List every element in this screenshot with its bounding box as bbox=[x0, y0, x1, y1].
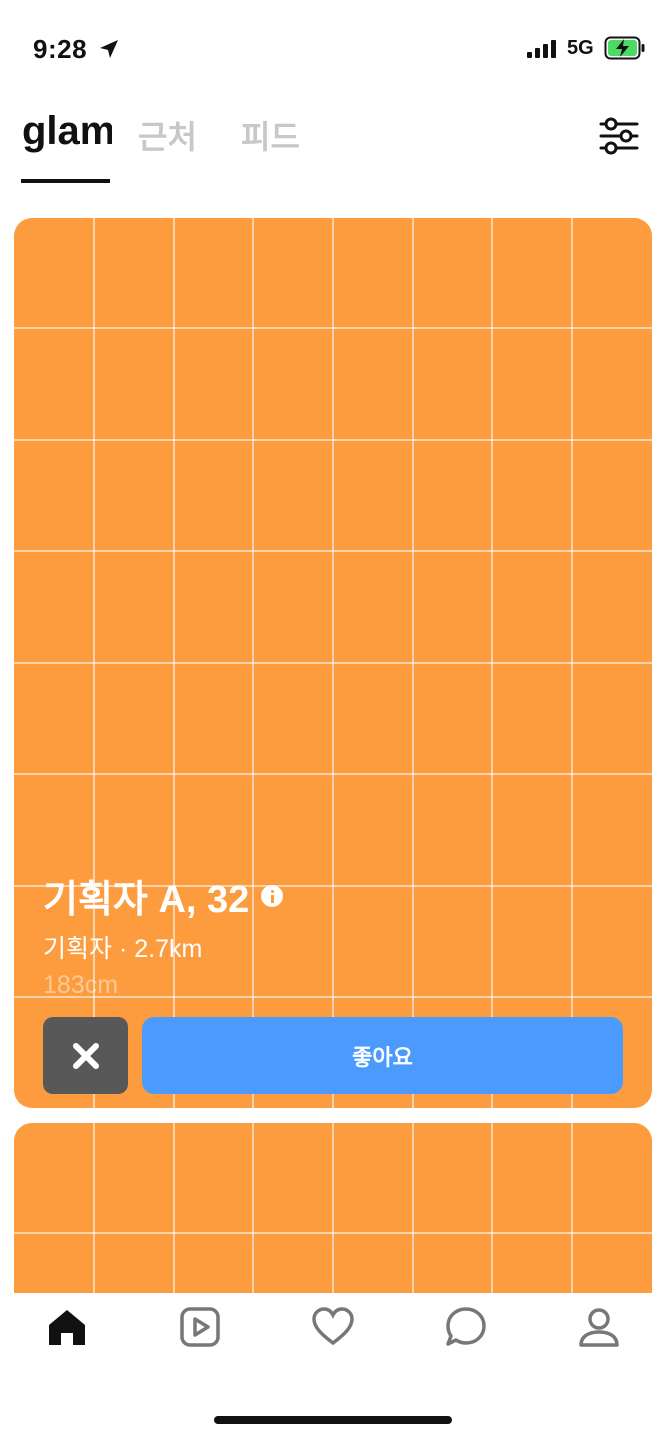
grid-line bbox=[14, 327, 652, 329]
grid-line bbox=[14, 439, 652, 441]
like-button[interactable]: 좋아요 bbox=[142, 1017, 623, 1094]
filter-button[interactable] bbox=[598, 116, 640, 156]
video-play-icon bbox=[180, 1307, 220, 1347]
nav-home[interactable] bbox=[45, 1305, 89, 1349]
status-time: 9:28 bbox=[33, 34, 88, 64]
grid-line bbox=[14, 662, 652, 664]
tab-nearby[interactable]: 근처 bbox=[138, 112, 197, 158]
top-header: glam 근처 피드 bbox=[0, 96, 666, 186]
logo-text: glam bbox=[22, 109, 112, 153]
profile-card[interactable]: 기획자 A, 32 기획자 · 2.7km 183cm 좋아요 bbox=[14, 218, 652, 1108]
info-icon[interactable] bbox=[261, 884, 284, 907]
network-type: 5G bbox=[567, 37, 594, 59]
tab-feed[interactable]: 피드 bbox=[241, 112, 300, 158]
home-indicator[interactable] bbox=[214, 1416, 452, 1424]
chat-bubble-icon bbox=[446, 1307, 486, 1346]
location-arrow-icon bbox=[100, 40, 118, 58]
nav-likes[interactable] bbox=[311, 1305, 355, 1349]
nav-profile[interactable] bbox=[577, 1305, 621, 1349]
grid-line bbox=[14, 1232, 652, 1234]
profile-name-age: 기획자 A, 32 bbox=[43, 868, 284, 923]
glam-logo: glam bbox=[22, 104, 115, 164]
filter-sliders-icon bbox=[599, 117, 639, 155]
close-x-icon bbox=[72, 1042, 99, 1069]
active-tab-indicator bbox=[21, 179, 110, 183]
heart-icon bbox=[312, 1307, 354, 1346]
grid-line bbox=[14, 773, 652, 775]
name-age-text: 기획자 A, 32 bbox=[43, 879, 250, 921]
status-bar: 9:28 5G bbox=[0, 0, 666, 96]
profile-meta: 기획자 · 2.7km bbox=[43, 935, 203, 963]
signal-bars-icon bbox=[527, 40, 556, 58]
nav-videos[interactable] bbox=[178, 1305, 222, 1349]
battery-charging-icon bbox=[604, 36, 645, 60]
home-icon bbox=[49, 1310, 85, 1345]
nav-chat[interactable] bbox=[444, 1305, 488, 1349]
grid-line bbox=[14, 550, 652, 552]
profile-icon bbox=[579, 1308, 619, 1347]
profile-height: 183cm bbox=[43, 971, 119, 999]
pass-button[interactable] bbox=[43, 1017, 128, 1094]
